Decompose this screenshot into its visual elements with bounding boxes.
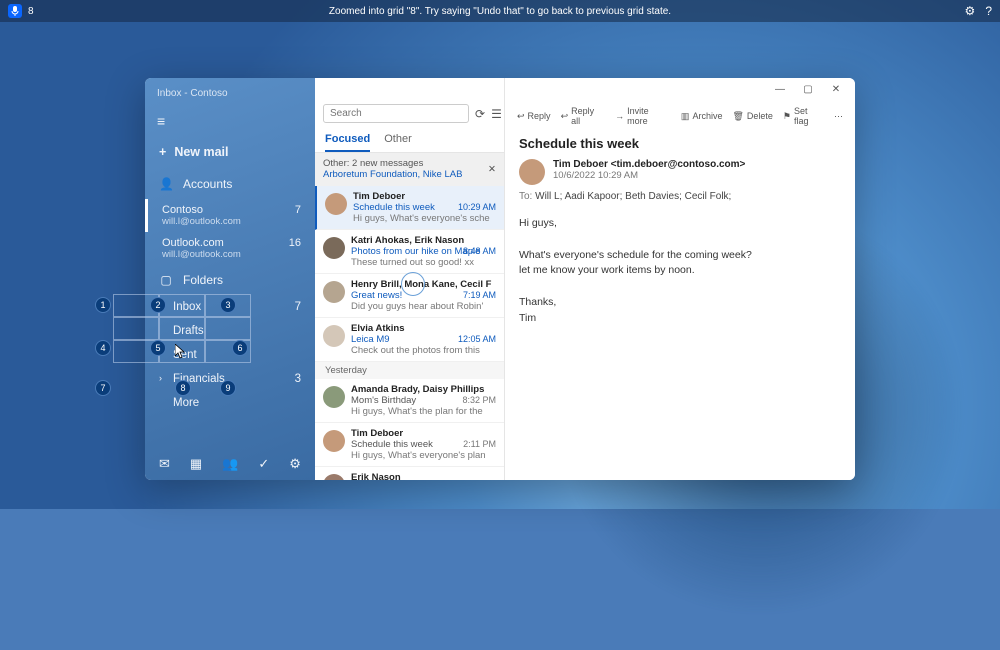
sidebar-bottom-nav: ✉ ▦ 👥 ✓ ⚙ [145,448,315,480]
delete-button[interactable]: 🗑Delete [732,106,772,126]
inbox-tabs: Focused Other [315,129,504,153]
sender-avatar [519,159,545,185]
click-indicator [401,272,425,296]
sender-name: Tim Deboer <tim.deboer@contoso.com> [553,159,745,170]
maximize-button[interactable]: ▢ [797,84,819,95]
flag-icon: ⚑ [783,111,791,122]
sidebar: Inbox - Contoso ≡ + New mail 👤 Accounts … [145,78,315,480]
voice-badge: 8 [28,6,34,17]
settings-icon[interactable]: ⚙ [965,4,976,18]
reply-all-icon: ↩ [561,111,569,122]
voice-hint: Zoomed into grid "8". Try saying "Undo t… [329,6,671,17]
trash-icon: 🗑 [732,111,743,122]
avatar [323,281,345,303]
archive-button[interactable]: ▥Archive [681,106,723,126]
todo-icon[interactable]: ✓ [258,456,269,472]
folder-sent[interactable]: Sent [145,343,315,367]
invite-button[interactable]: →Invite more [615,106,671,126]
reading-pane: ↩Reply ↩Reply all →Invite more ▥Archive … [505,78,855,480]
archive-icon: ▥ [681,111,690,122]
avatar [323,386,345,408]
close-button[interactable]: ✕ [825,84,847,95]
message-item[interactable]: Tim DeboerSchedule this weekHi guys, Wha… [315,423,504,467]
people-icon[interactable]: 👥 [222,456,238,472]
voice-access-bar: 8 Zoomed into grid "8". Try saying "Undo… [0,0,1000,22]
grid-number: 4 [95,340,111,356]
dismiss-icon[interactable]: ✕ [488,164,496,175]
minimize-button[interactable]: — [769,84,791,95]
mic-icon[interactable] [8,4,22,18]
avatar [323,237,345,259]
avatar [323,430,345,452]
account-outlook[interactable]: Outlook.com16 will.l@outlook.com [145,232,315,265]
avatar [323,325,345,347]
new-mail-label: New mail [174,145,228,159]
folders-header[interactable]: ▢ Folders [145,265,315,295]
tab-other[interactable]: Other [384,133,412,152]
hamburger-icon[interactable]: ≡ [145,107,315,135]
message-item[interactable]: Amanda Brady, Daisy PhillipsMom's Birthd… [315,379,504,423]
account-contoso[interactable]: Contoso7 will.l@outlook.com [145,199,315,232]
avatar [323,474,345,480]
more-actions[interactable]: ⋯ [834,106,843,126]
message-date: 10/6/2022 10:29 AM [553,170,745,181]
grid-number: 6 [232,340,248,356]
folder-icon: ▢ [159,273,173,287]
mail-icon[interactable]: ✉ [159,456,170,472]
search-input[interactable] [323,104,469,123]
plus-icon: + [159,145,166,159]
grid-number: 2 [150,297,166,313]
grid-number: 5 [150,340,166,356]
day-separator: Yesterday [315,362,504,379]
reply-all-button[interactable]: ↩Reply all [561,106,606,126]
refresh-icon[interactable]: ⟳ [475,107,485,121]
flag-button[interactable]: ⚑Set flag [783,106,824,126]
mail-window: Inbox - Contoso ≡ + New mail 👤 Accounts … [145,78,855,480]
calendar-icon[interactable]: ▦ [190,456,202,472]
avatar [325,193,347,215]
window-titlebar: — ▢ ✕ [145,78,855,100]
new-mail-button[interactable]: + New mail [145,135,315,169]
grid-number: 3 [220,297,236,313]
message-body: Hi guys, What's everyone's schedule for … [505,210,855,332]
reply-icon: ↩ [517,111,525,122]
grid-number: 8 [175,380,191,396]
accounts-header[interactable]: 👤 Accounts [145,169,315,199]
reply-button[interactable]: ↩Reply [517,106,551,126]
help-icon[interactable]: ? [985,4,992,18]
grid-number: 9 [220,380,236,396]
settings-gear-icon[interactable]: ⚙ [289,456,301,472]
message-item[interactable]: Tim DeboerSchedule this weekHi guys, Wha… [315,186,504,230]
chevron-right-icon: › [159,373,162,383]
message-item[interactable]: Erik Nason [315,467,504,480]
message-item[interactable]: Elvia AtkinsLeica M9Check out the photos… [315,318,504,362]
message-item[interactable]: Katri Ahokas, Erik NasonPhotos from our … [315,230,504,274]
select-mode-icon[interactable]: ☰ [491,107,502,121]
person-icon: 👤 [159,177,173,191]
grid-number: 1 [95,297,111,313]
recipients: To: Will L; Aadi Kapoor; Beth Davies; Ce… [505,191,855,210]
reading-subject: Schedule this week [505,132,855,159]
forward-icon: → [615,111,624,121]
other-banner[interactable]: Other: 2 new messages Arboretum Foundati… [315,153,504,186]
folder-drafts[interactable]: Drafts [145,319,315,343]
tab-focused[interactable]: Focused [325,133,370,152]
grid-number: 7 [95,380,111,396]
